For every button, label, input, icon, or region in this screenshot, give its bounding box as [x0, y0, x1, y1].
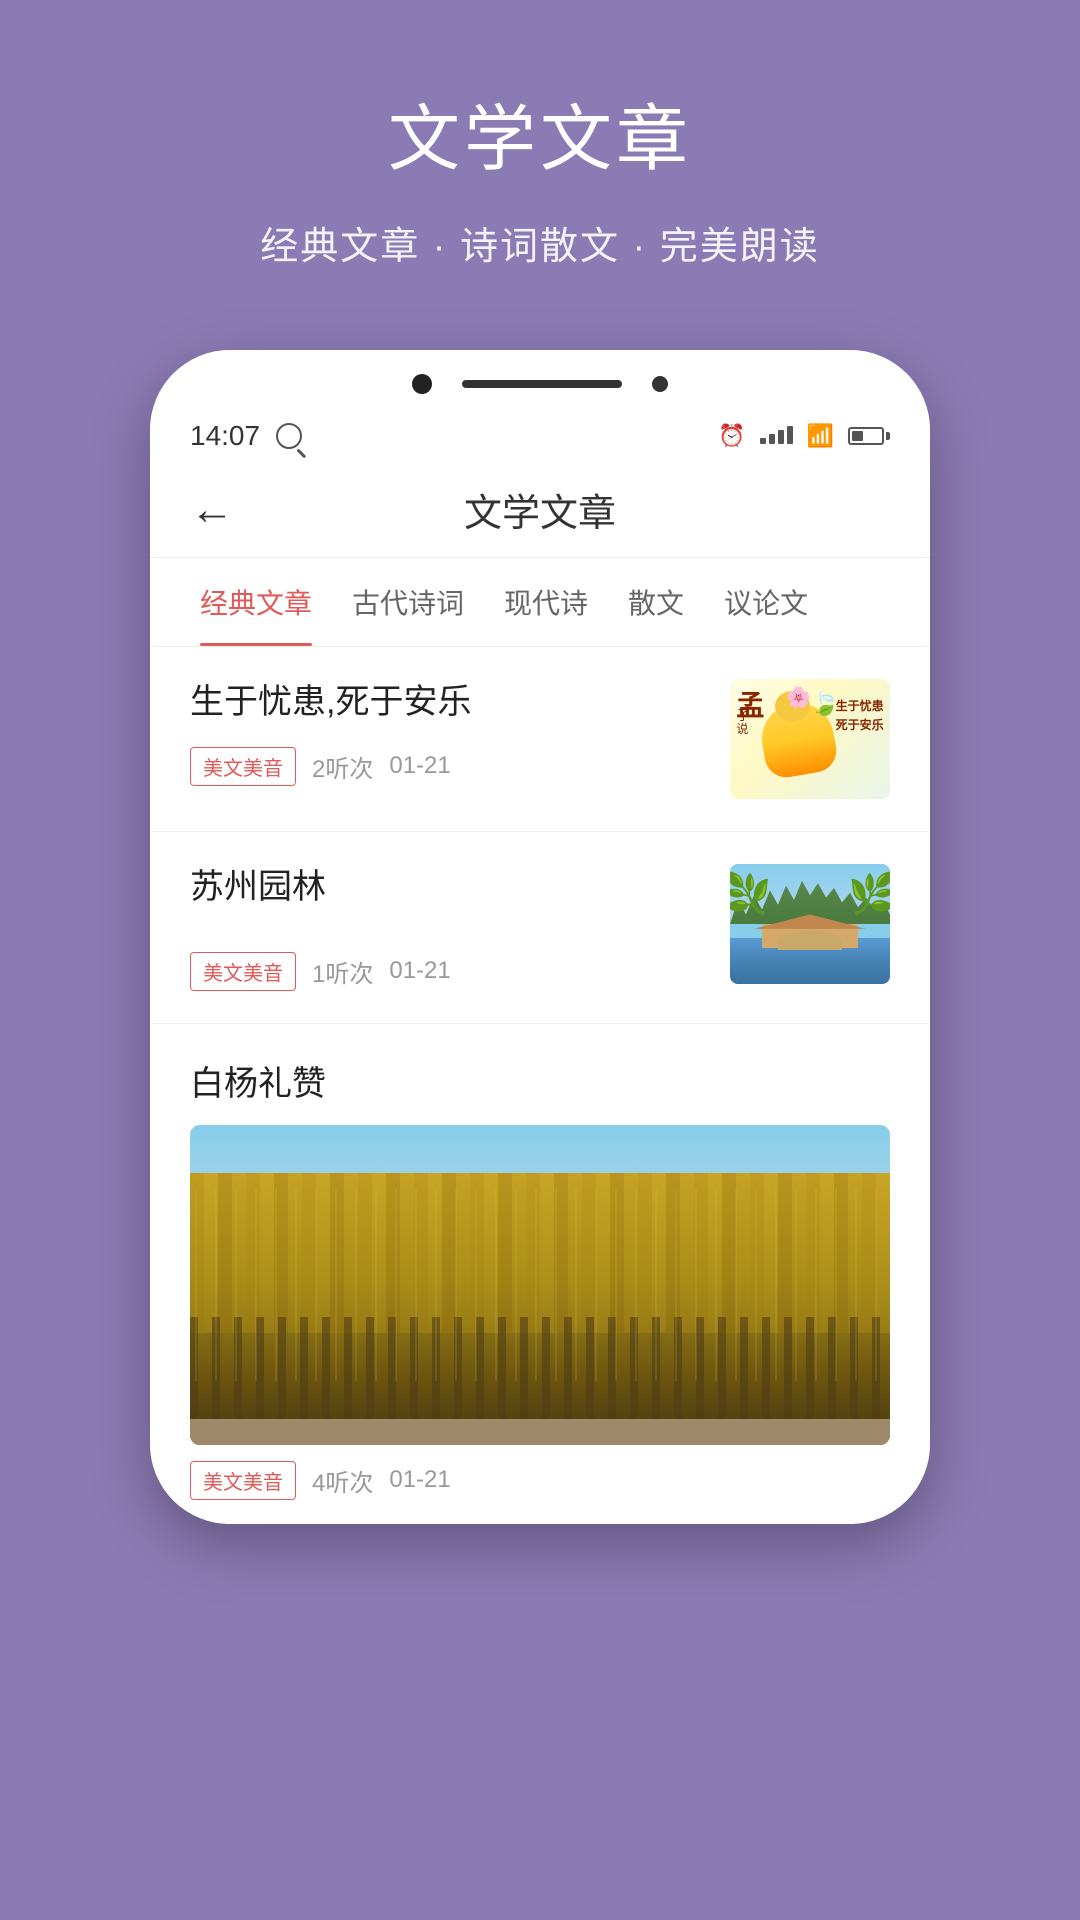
article-date-1: 01-21 — [389, 752, 450, 780]
nav-bar: ← 文学文章 — [150, 462, 930, 558]
article-image-3 — [190, 1125, 890, 1445]
article-date-3: 01-21 — [389, 1466, 450, 1494]
article-item-1[interactable]: 生于忧患,死于安乐 美文美音 2听次 01-21 生于忧患 — [150, 647, 930, 832]
status-time: 14:07 — [190, 420, 260, 452]
status-right: ⏰ 📶 — [718, 423, 890, 449]
article-title-2: 苏州园林 — [190, 864, 706, 912]
app-header: 文学文章 经典文章 · 诗词散文 · 完美朗读 — [0, 0, 1080, 330]
clock-icon: ⏰ — [718, 423, 745, 449]
article-item-3[interactable]: 白杨礼赞 美文美音 4听次 01-21 — [150, 1024, 930, 1524]
article-info-2: 苏州园林 美文美音 1听次 01-21 — [190, 864, 706, 991]
article-thumb-1: 生于忧患 死于安乐 🌸 🍃 孟 子 说 — [730, 679, 890, 799]
article-date-2: 01-21 — [389, 957, 450, 985]
app-title: 文学文章 — [388, 80, 692, 185]
article-info-1: 生于忧患,死于安乐 美文美音 2听次 01-21 — [190, 679, 706, 786]
tab-bar: 经典文章 古代诗词 现代诗 散文 议论文 — [150, 558, 930, 647]
article-item-2[interactable]: 苏州园林 美文美音 1听次 01-21 — [150, 832, 930, 1024]
tab-modern-poetry[interactable]: 现代诗 — [484, 558, 608, 646]
article-tag-1: 美文美音 — [190, 747, 296, 786]
phone-sensor-dot — [652, 376, 668, 392]
article-tag-2: 美文美音 — [190, 952, 296, 991]
tab-classic-articles[interactable]: 经典文章 — [180, 558, 332, 646]
phone-speaker — [462, 380, 622, 388]
phone-frame: 14:07 ⏰ 📶 — [150, 350, 930, 1524]
signal-icon — [760, 424, 793, 449]
app-subtitle: 经典文章 · 诗词散文 · 完美朗读 — [260, 215, 820, 270]
content-area: 生于忧患,死于安乐 美文美音 2听次 01-21 生于忧患 — [150, 647, 930, 1524]
status-bar: 14:07 ⏰ 📶 — [150, 404, 930, 462]
tab-prose[interactable]: 散文 — [608, 558, 704, 646]
back-button[interactable]: ← — [190, 485, 234, 535]
tab-essay[interactable]: 议论文 — [704, 558, 828, 646]
article-title-1: 生于忧患,死于安乐 — [190, 679, 706, 727]
battery-icon — [848, 427, 890, 445]
article-meta-2: 美文美音 1听次 01-21 — [190, 952, 706, 991]
phone-notch — [412, 374, 668, 394]
article-meta-3: 美文美音 4听次 01-21 — [190, 1445, 890, 1524]
status-left: 14:07 — [190, 420, 302, 452]
tab-ancient-poetry[interactable]: 古代诗词 — [332, 558, 484, 646]
wifi-icon: 📶 — [807, 423, 834, 449]
article-listens-3: 4听次 — [312, 1463, 373, 1498]
article-meta-1: 美文美音 2听次 01-21 — [190, 747, 706, 786]
article-title-3: 白杨礼赞 — [190, 1056, 890, 1105]
article-listens-1: 2听次 — [312, 749, 373, 784]
article-listens-2: 1听次 — [312, 954, 373, 989]
phone-camera-dot — [412, 374, 432, 394]
phone-top-bar — [150, 350, 930, 404]
article-tag-3: 美文美音 — [190, 1461, 296, 1500]
nav-title: 文学文章 — [234, 482, 846, 537]
search-icon[interactable] — [276, 423, 302, 449]
article-thumb-2: 🌿 🌿 — [730, 864, 890, 984]
